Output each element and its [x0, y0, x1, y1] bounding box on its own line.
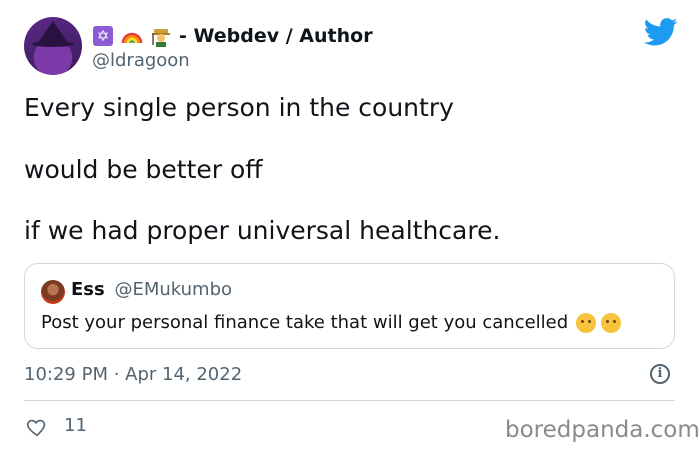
profile-avatar[interactable] [24, 17, 82, 75]
author-handle[interactable]: @ldragoon [92, 50, 190, 71]
quoted-tweet-text: Post your personal finance take that wil… [41, 312, 569, 333]
info-icon[interactable]: i [650, 364, 670, 384]
quoted-tweet-card[interactable]: Ess @EMukumbo Post your personal finance… [24, 263, 675, 349]
author-name-row[interactable]: ✡ - Webdev / Author [92, 23, 373, 49]
quoted-tweet-text-row: Post your personal finance take that wil… [41, 312, 622, 333]
tweet-body-line: would be better off [24, 155, 263, 184]
tweet-body-line: if we had proper universal healthcare. [24, 216, 501, 245]
witch-hat-icon [38, 21, 68, 43]
like-count[interactable]: 11 [64, 415, 87, 436]
face-with-hand-over-mouth-emoji [576, 312, 597, 333]
tweet-body-line: Every single person in the country [24, 93, 454, 122]
quoted-author-handle: @EMukumbo [114, 279, 233, 300]
divider [24, 400, 675, 401]
quoted-author-name: Ess [71, 279, 105, 300]
quoted-author-avatar[interactable] [41, 280, 65, 304]
heart-icon[interactable] [26, 416, 48, 438]
display-name[interactable]: - Webdev / Author [179, 25, 373, 47]
rainbow-emoji [121, 25, 143, 47]
quoted-author-row: Ess @EMukumbo [71, 279, 232, 300]
hat-brim [32, 41, 74, 47]
watermark: boredpanda.com [505, 417, 700, 443]
thinking-face-emoji [601, 312, 622, 333]
star-of-david-emoji: ✡ [92, 25, 114, 47]
tweet-timestamp[interactable]: 10:29 PM · Apr 14, 2022 [24, 364, 242, 385]
farmer-emoji [150, 25, 172, 47]
twitter-bird-icon[interactable] [644, 18, 678, 46]
